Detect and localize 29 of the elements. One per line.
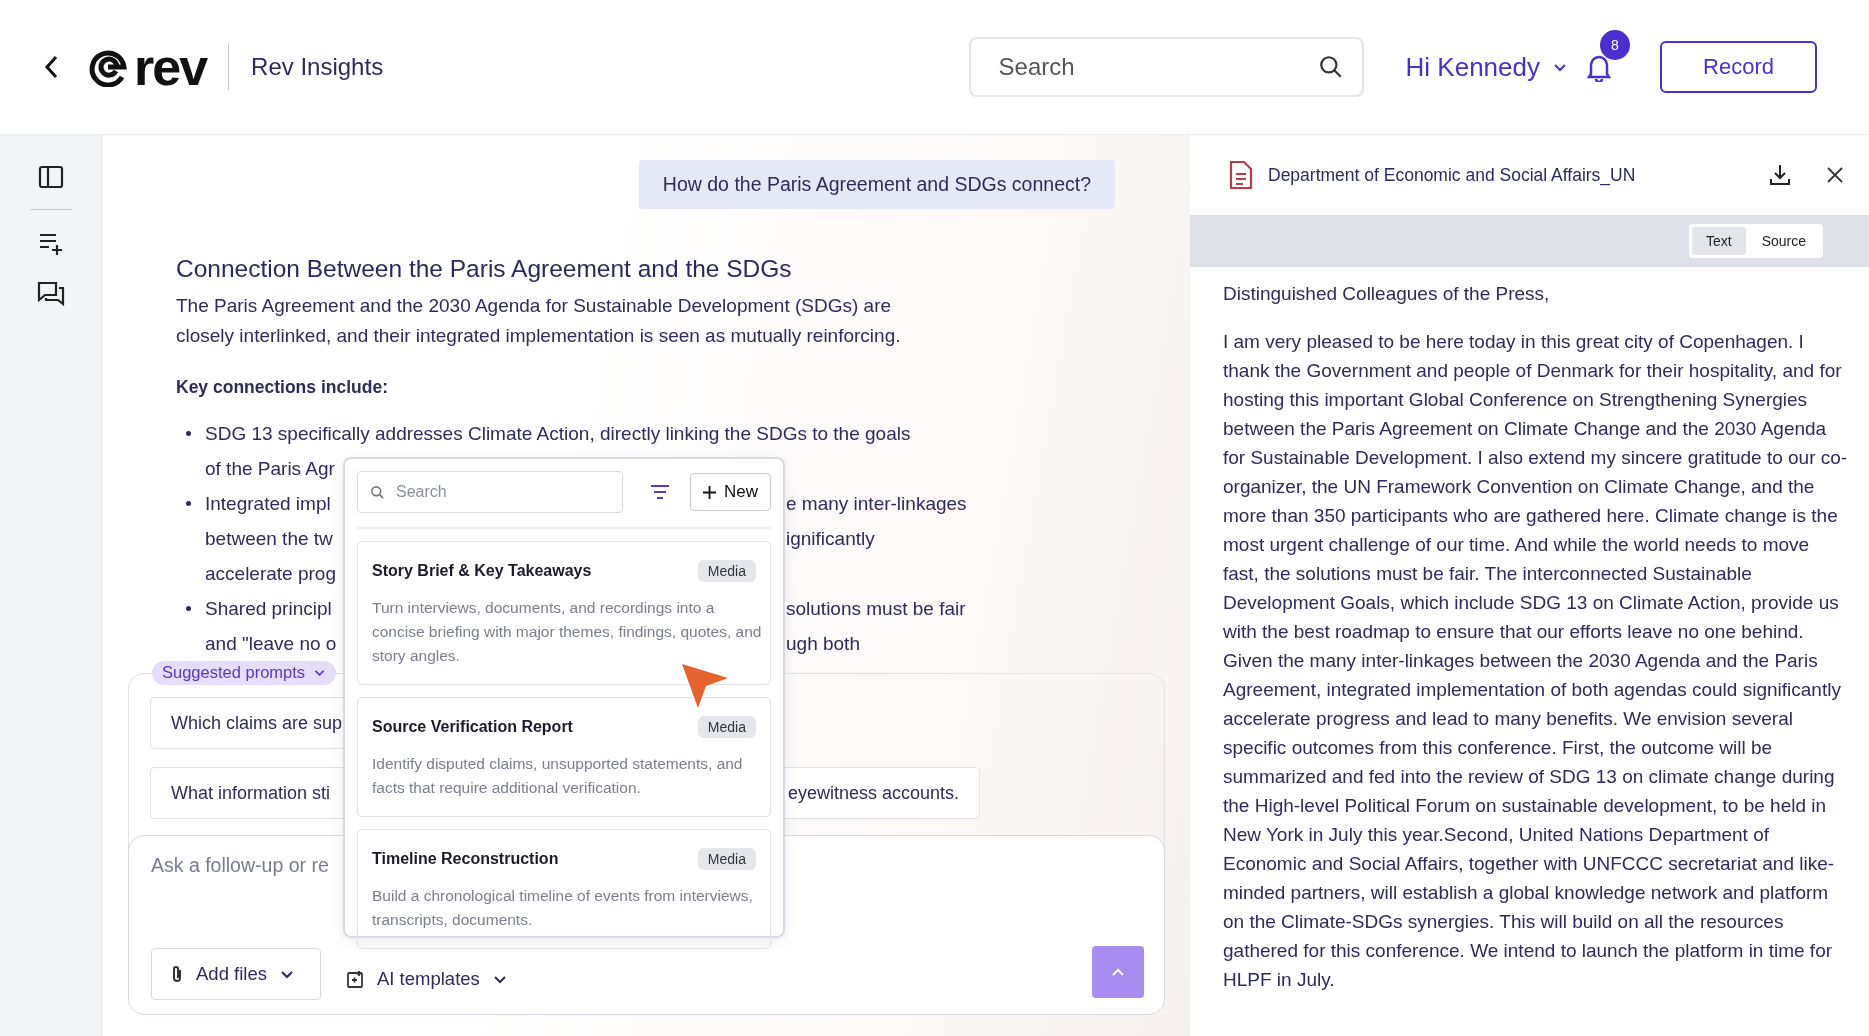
answer-heading: Connection Between the Paris Agreement and the SDGs <box>176 255 793 283</box>
template-description: Build a chronological timeline of events from interviews, transcripts, documents. <box>372 886 754 930</box>
template-tag: Media <box>697 560 756 582</box>
template-tag: Media <box>697 848 756 870</box>
document-paragraph: Distinguished Colleagues of the Press, <box>1223 282 1551 306</box>
bullet-text: and "leave no o <box>205 632 337 656</box>
bullet-text: Shared principl <box>205 597 332 621</box>
bullet-text: accelerate prog <box>205 562 336 586</box>
app-title: Rev Insights <box>251 53 384 81</box>
template-tag: Media <box>697 716 756 738</box>
bullet-text: Integrated impl <box>205 492 331 516</box>
document-title: Department of Economic and Social Affairs_UN <box>1268 164 1637 186</box>
section-label: Key connections include: <box>176 377 389 398</box>
bullet-text: between the tw <box>205 527 333 551</box>
template-description: Turn interviews, documents, and recordings into a concise briefing with major themes, findings, quotes, and story angles. <box>372 598 762 666</box>
template-title: Story Brief & Key Takeaways <box>372 562 592 580</box>
template-title: Timeline Reconstruction <box>372 850 559 868</box>
bullet-text: of the Paris Agr <box>205 457 335 481</box>
template-description: Identify disputed claims, unsupported statements, and facts that require additional verification. <box>372 754 744 798</box>
notification-badge: 8 <box>1600 30 1630 60</box>
answer-paragraph: The Paris Agreement and the 2030 Agenda for Sustainable Development (SDGs) are closely interlinked, and their integrated implementation is seen as mutually reinforcing. <box>176 294 902 348</box>
bullet-text: e many inter-linkages <box>786 492 967 516</box>
question-bubble: How do the Paris Agreement and SDGs connect? <box>638 160 1115 209</box>
document-paragraph: I am very pleased to be here today in this great city of Copenhagen. I thank the Government and people of Denmark for their hospitality, and for hosting this important Global Conference on Strengthening Synergies between the Paris Agreement on Climate Change and the 2030 Agenda for Sustainable Development. I also extend my sincere gratitude to our co-organizer, the UN Framework Convention on Climate Change, and the more than 350 participants who are gathered here. Climate change is the most urgent challenge of our time. And while the world needs to move fast, the solutions must be fair. The interconnected Sustainable Development Goals, which include SDG 13 on Climate Action, provide us with the best roadmap to ensure that our efforts leave no one behind. Given the many inter-linkages between the 2030 Agenda and the Paris Agreement, integrated implementation of both agendas could significantly accelerate progress and lead to many benefits. We envision several specific outcomes from this conference. First, the outcome will be summarized and fed into the review of SDG 13 on climate change during the High-level Political Forum on sustainable development, to be held in New York in July this year.Second, United Nations Department of Economic and Social Affairs, together with UNFCCC secretariat and like-minded partners, will establish a global knowledge network and platform on the Climate-SDGs synergies. This will build on all the resources gathered for this conference. We intend to launch the platform in time for HLPF in July. <box>1223 330 1849 992</box>
bullet-text: solutions must be fair <box>786 597 966 621</box>
bullet-text: SDG 13 specifically addresses Climate Action, directly linking the SDGs to the goals <box>205 422 911 446</box>
logo-wordmark: rev <box>134 41 207 93</box>
bullet-text: ugh both <box>786 632 860 656</box>
bullet-text: ignificantly <box>786 527 875 551</box>
